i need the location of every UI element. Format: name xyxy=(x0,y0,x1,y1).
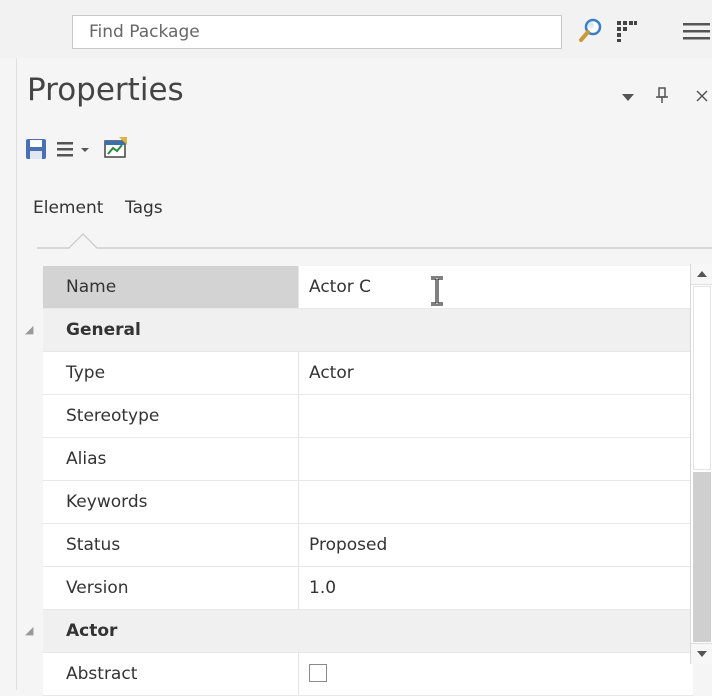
properties-icon[interactable] xyxy=(103,136,129,160)
list-menu-icon[interactable] xyxy=(55,138,97,160)
table-row[interactable]: Stereotype xyxy=(43,395,693,438)
table-row[interactable]: Keywords xyxy=(43,481,693,524)
property-value[interactable]: Proposed xyxy=(299,524,693,566)
abstract-checkbox[interactable] xyxy=(309,663,327,682)
collapse-icon[interactable]: ◢ xyxy=(25,610,33,652)
chevron-down-icon xyxy=(697,651,707,657)
tab-element[interactable]: Element xyxy=(33,198,103,218)
property-label: Name xyxy=(43,266,299,308)
table-row[interactable]: Status Proposed xyxy=(43,524,693,567)
section-title: Actor xyxy=(66,621,118,641)
property-label: Status xyxy=(43,524,299,566)
tab-tags[interactable]: Tags xyxy=(125,198,163,218)
table-row[interactable]: Version 1.0 xyxy=(43,567,693,610)
property-value[interactable]: 1.0 xyxy=(299,567,693,609)
grid-icon[interactable] xyxy=(615,14,639,48)
property-label: Type xyxy=(43,352,299,394)
dropdown-icon[interactable] xyxy=(621,92,635,102)
property-label: Abstract xyxy=(43,653,299,695)
save-icon[interactable] xyxy=(25,138,47,160)
section-header-general[interactable]: ◢ General xyxy=(25,309,693,352)
scroll-thumb[interactable] xyxy=(693,472,711,642)
text-cursor-icon xyxy=(431,276,443,306)
property-label: Keywords xyxy=(43,481,299,523)
section-header-actor[interactable]: ◢ Actor xyxy=(25,610,693,653)
property-label: Version xyxy=(43,567,299,609)
panel-title: Properties xyxy=(27,72,184,108)
property-grid: Name Actor C ◢ General Type Actor Stereo… xyxy=(25,266,693,696)
vertical-scrollbar[interactable] xyxy=(690,264,712,664)
property-value xyxy=(299,653,693,695)
find-package-bar xyxy=(0,0,712,58)
scroll-up-button[interactable] xyxy=(691,264,712,285)
scroll-track[interactable] xyxy=(693,286,711,470)
property-label: Alias xyxy=(43,438,299,480)
tab-selection-indicator xyxy=(37,233,712,249)
menu-icon[interactable] xyxy=(680,14,710,48)
table-row[interactable]: Alias xyxy=(43,438,693,481)
property-value[interactable] xyxy=(299,438,693,480)
close-icon[interactable] xyxy=(695,89,709,103)
scroll-down-button[interactable] xyxy=(691,643,712,664)
find-package-input[interactable] xyxy=(72,15,562,49)
property-label: Stereotype xyxy=(43,395,299,437)
properties-panel: Properties Element Tags Name Actor C ◢ G… xyxy=(16,58,712,696)
property-value[interactable] xyxy=(299,481,693,523)
table-row[interactable]: Name Actor C xyxy=(43,266,693,309)
property-value[interactable]: Actor xyxy=(299,352,693,394)
section-title: General xyxy=(66,320,141,340)
collapse-icon[interactable]: ◢ xyxy=(25,309,33,351)
table-row[interactable]: Type Actor xyxy=(43,352,693,395)
chevron-up-icon xyxy=(697,271,707,277)
pin-icon[interactable] xyxy=(655,86,669,104)
magnifier-icon[interactable] xyxy=(577,14,603,48)
property-value[interactable] xyxy=(299,395,693,437)
name-value-field[interactable]: Actor C xyxy=(299,266,693,308)
